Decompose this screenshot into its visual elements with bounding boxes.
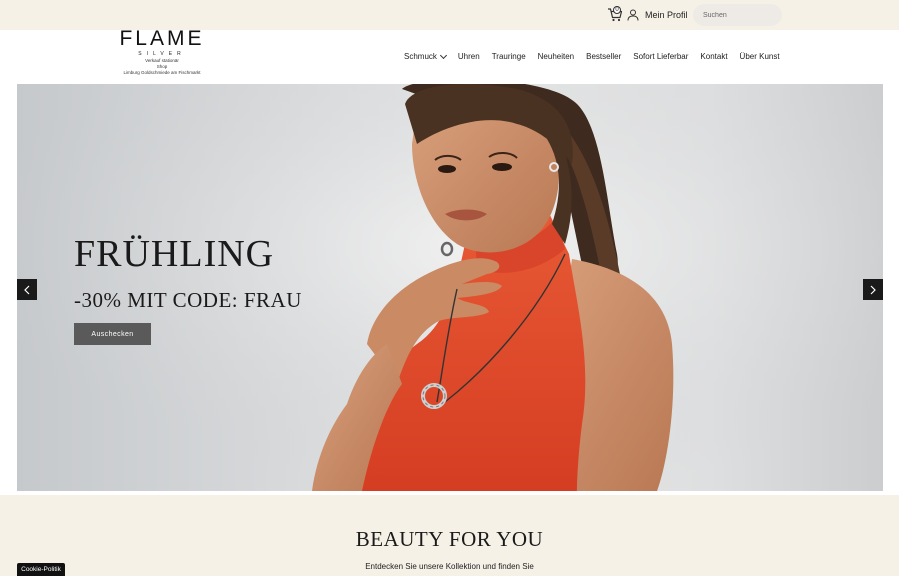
section-title: BEAUTY FOR YOU — [355, 527, 544, 551]
nav-item-bestseller[interactable]: Bestseller — [586, 52, 621, 61]
nav-item-kontakt[interactable]: Kontakt — [700, 52, 727, 61]
search-input[interactable] — [693, 4, 782, 26]
main-nav: Schmuck Uhren Trauringe Neuheiten Bestse… — [404, 51, 780, 61]
nav-item-trauringe[interactable]: Trauringe — [492, 52, 526, 61]
nav-item-ueber-kunst[interactable]: Über Kunst — [740, 52, 780, 61]
user-icon[interactable] — [627, 9, 639, 21]
nav-label: Schmuck — [404, 52, 437, 61]
brand-logo[interactable]: FLAME SILVER Verkauf stationär Shop Limb… — [116, 28, 208, 76]
beauty-section: BEAUTY FOR YOU Entdecken Sie unsere Koll… — [0, 495, 899, 576]
hero-subtitle: -30% MIT CODE: FRAU — [74, 288, 302, 312]
hero-slider: FRÜHLING -30% MIT CODE: FRAU Auschecken — [17, 84, 883, 491]
nav-item-uhren[interactable]: Uhren — [458, 52, 480, 61]
slider-prev-button[interactable] — [17, 279, 37, 300]
top-bar: 0 Mein Profil — [0, 0, 899, 30]
cart-count-badge: 0 — [613, 6, 621, 14]
chevron-left-icon — [24, 285, 30, 294]
my-profile-link[interactable]: Mein Profil — [645, 10, 688, 20]
chevron-down-icon — [439, 51, 447, 59]
logo-line-3: Limburg Goldschmiede am Fischmarkt — [123, 70, 201, 75]
nav-item-sofort-lieferbar[interactable]: Sofort Lieferbar — [633, 52, 688, 61]
nav-item-neuheiten[interactable]: Neuheiten — [538, 52, 574, 61]
logo-title: FLAME — [119, 27, 205, 50]
section-text: Entdecken Sie unsere Kollektion und find… — [365, 562, 534, 571]
chevron-right-icon — [870, 285, 876, 294]
hero-title: FRÜHLING — [74, 233, 275, 275]
nav-item-schmuck[interactable]: Schmuck — [404, 51, 447, 61]
cookie-policy-button[interactable]: Cookie-Politik — [17, 563, 65, 576]
logo-subtitle: SILVER — [138, 51, 186, 57]
slider-next-button[interactable] — [863, 279, 883, 300]
checkout-button[interactable]: Auschecken — [74, 323, 151, 345]
